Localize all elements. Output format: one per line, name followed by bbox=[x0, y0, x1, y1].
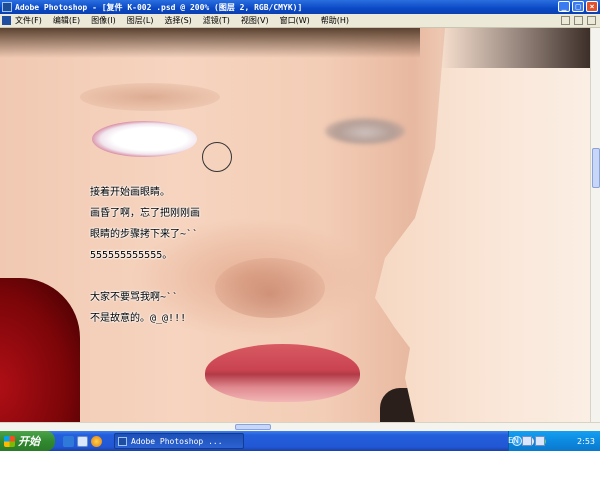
menu-window[interactable]: 窗口(W) bbox=[280, 15, 310, 26]
maximize-button[interactable]: □ bbox=[572, 1, 584, 12]
doc-restore-button[interactable] bbox=[574, 16, 583, 25]
painted-lips bbox=[205, 344, 360, 402]
document-window-controls bbox=[561, 16, 596, 25]
profile-hair-shadow bbox=[440, 28, 590, 68]
photoshop-task-icon bbox=[118, 436, 127, 446]
note-line: 大家不要骂我啊~`` bbox=[90, 292, 179, 303]
photoshop-app-icon bbox=[2, 2, 12, 12]
menu-select[interactable]: 选择(S) bbox=[164, 15, 191, 26]
minimize-button[interactable]: _ bbox=[558, 1, 570, 12]
internet-explorer-icon[interactable] bbox=[63, 435, 74, 447]
document-canvas[interactable]: 接着开始画眼睛。 画昏了啊，忘了把刚刚画 眼睛的步骤拷下来了~`` 555555… bbox=[0, 28, 590, 422]
start-label: 开始 bbox=[18, 435, 40, 448]
input-method-icon[interactable] bbox=[522, 436, 532, 446]
window-controls: _ □ × bbox=[558, 1, 598, 12]
input-method-icons bbox=[522, 436, 545, 446]
menu-view[interactable]: 视图(V) bbox=[241, 15, 269, 26]
tutorial-note: 接着开始画眼睛。 画昏了啊，忘了把刚刚画 眼睛的步骤拷下来了~`` 555555… bbox=[90, 182, 270, 329]
title-bar: Adobe Photoshop - [复件 K-002 .psd @ 200% … bbox=[0, 0, 600, 14]
windows-flag-icon bbox=[4, 435, 15, 447]
brush-cursor-icon bbox=[202, 142, 232, 172]
task-item-label: Adobe Photoshop ... bbox=[131, 436, 223, 446]
vertical-scrollbar[interactable] bbox=[590, 28, 600, 422]
note-line: 555555555555。 bbox=[90, 250, 173, 261]
close-button[interactable]: × bbox=[586, 1, 598, 12]
screen-margin bbox=[0, 451, 600, 477]
painted-left-eye bbox=[92, 121, 197, 157]
language-indicator[interactable]: EN bbox=[508, 436, 519, 445]
clock[interactable]: 2:53 bbox=[577, 437, 595, 446]
note-line bbox=[90, 266, 270, 287]
doc-minimize-button[interactable] bbox=[561, 16, 570, 25]
window-title: Adobe Photoshop - [复件 K-002 .psd @ 200% … bbox=[15, 2, 303, 12]
horizontal-scroll-thumb[interactable] bbox=[235, 424, 271, 430]
note-line: 接着开始画眼睛。 bbox=[90, 187, 170, 198]
keyboard-icon[interactable] bbox=[535, 436, 545, 446]
note-line: 不是故意的。@_@!!! bbox=[90, 313, 187, 324]
taskbar-item-photoshop[interactable]: Adobe Photoshop ... bbox=[114, 433, 244, 449]
brow-shading bbox=[80, 83, 220, 111]
photoshop-menu-icon[interactable] bbox=[2, 16, 11, 25]
menu-help[interactable]: 帮助(H) bbox=[321, 15, 349, 26]
menu-edit[interactable]: 编辑(E) bbox=[53, 15, 80, 26]
note-line: 画昏了啊，忘了把刚刚画 bbox=[90, 208, 200, 219]
note-line: 眼睛的步骤拷下来了~`` bbox=[90, 229, 199, 240]
media-player-icon[interactable] bbox=[91, 435, 102, 447]
quick-launch bbox=[63, 435, 102, 447]
menu-layer[interactable]: 图层(L) bbox=[127, 15, 154, 26]
foreground-profile-face bbox=[375, 28, 590, 422]
doc-close-button[interactable] bbox=[587, 16, 596, 25]
menu-filter[interactable]: 滤镜(T) bbox=[203, 15, 230, 26]
menu-bar: 文件(F) 编辑(E) 图像(I) 图层(L) 选择(S) 滤镜(T) 视图(V… bbox=[0, 14, 600, 28]
red-collar bbox=[0, 278, 80, 422]
horizontal-scrollbar[interactable] bbox=[0, 422, 600, 431]
start-button[interactable]: 开始 bbox=[0, 431, 55, 451]
menu-image[interactable]: 图像(I) bbox=[91, 15, 116, 26]
blurred-right-eye bbox=[325, 118, 405, 144]
hair-region bbox=[0, 28, 420, 58]
vertical-scroll-thumb[interactable] bbox=[592, 148, 600, 188]
show-desktop-icon[interactable] bbox=[77, 435, 88, 447]
menu-file[interactable]: 文件(F) bbox=[15, 15, 42, 26]
